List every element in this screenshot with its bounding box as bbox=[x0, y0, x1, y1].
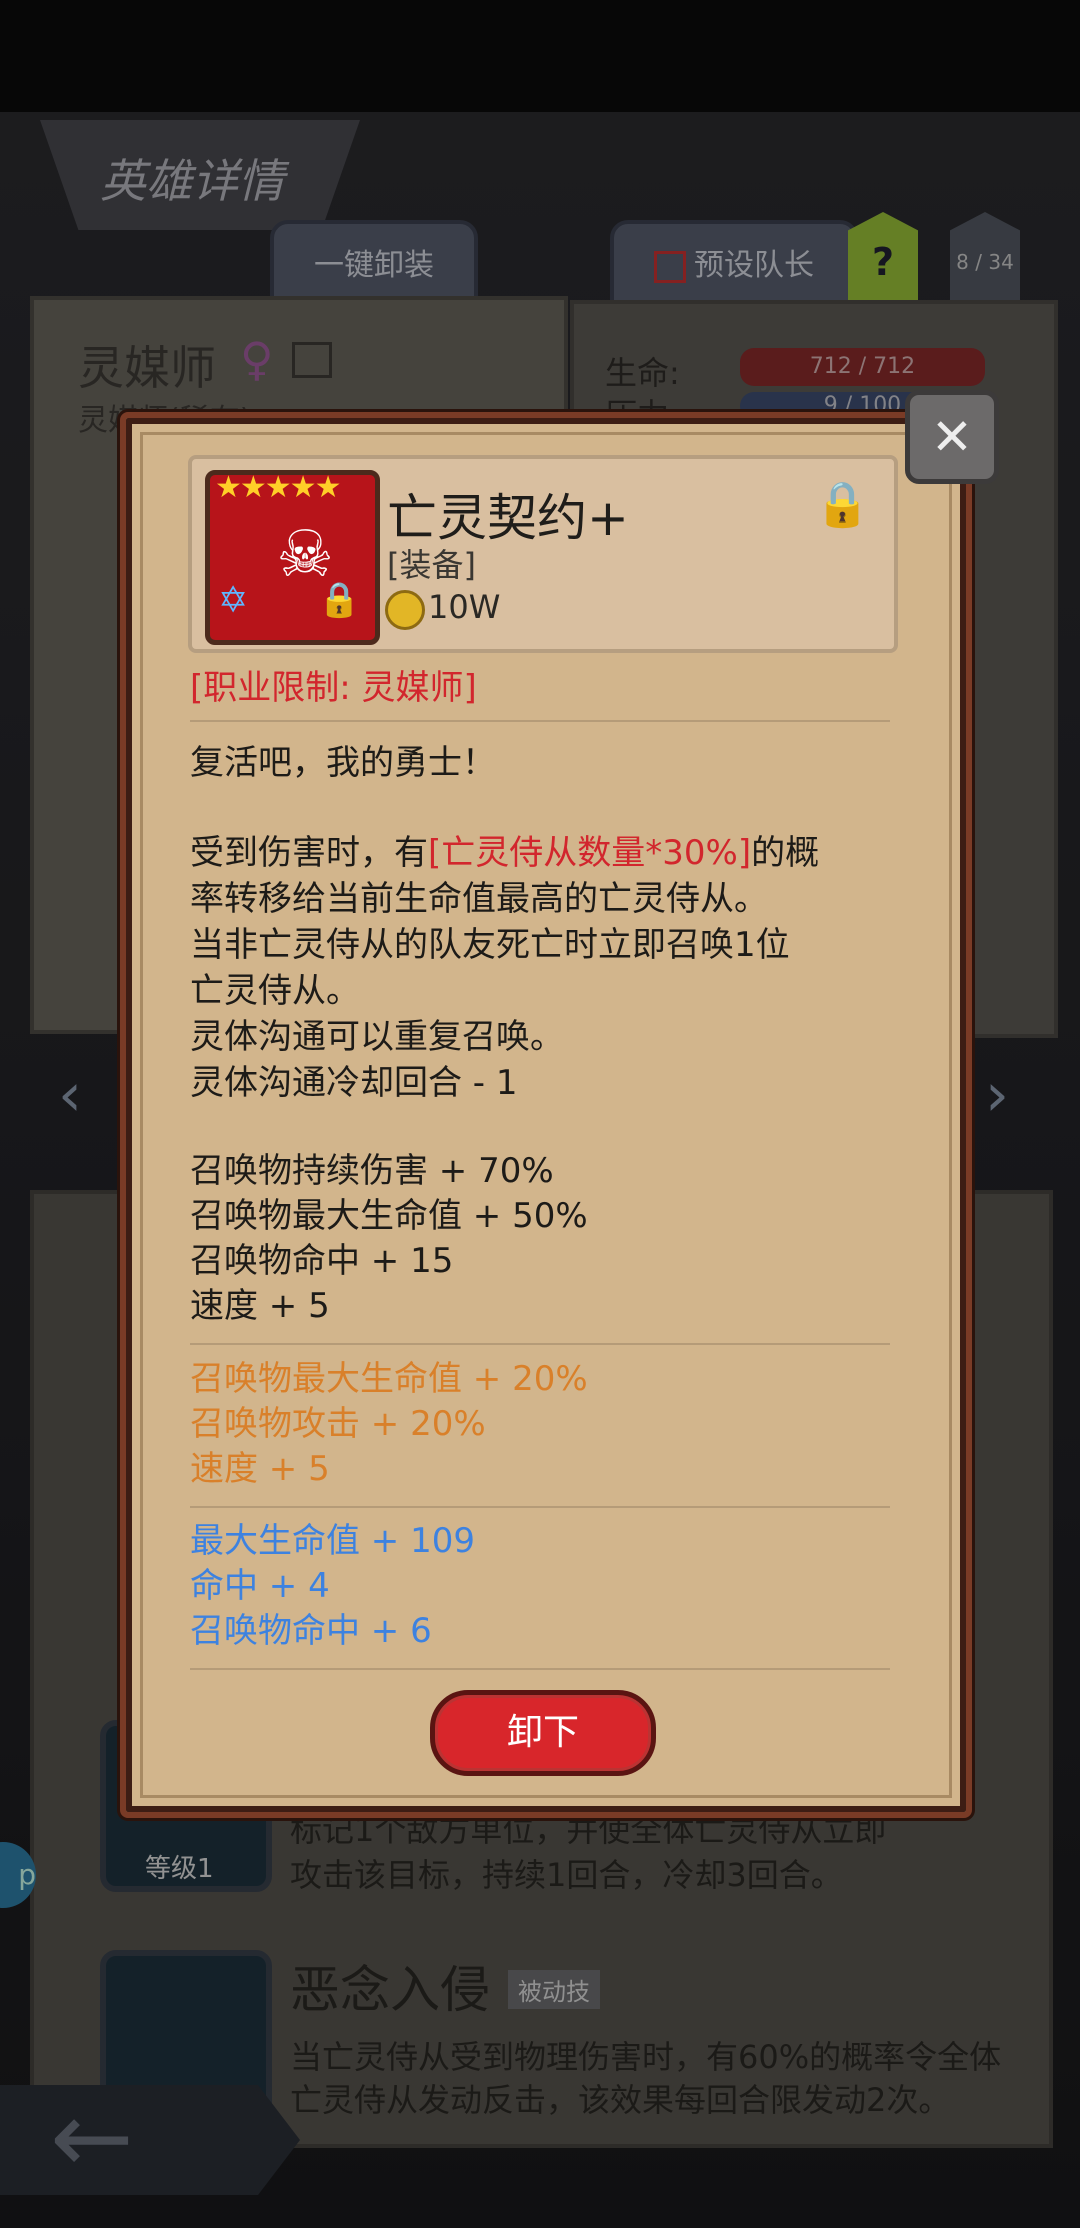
base-stat: 召唤物最大生命值 + 50% bbox=[190, 1196, 588, 1236]
effect-prefix: 受到伤害时，有 bbox=[190, 833, 428, 873]
divider bbox=[190, 1668, 890, 1670]
extra-stat: 召唤物命中 + 6 bbox=[190, 1611, 432, 1651]
item-lock-icon: 🔒 bbox=[318, 580, 361, 620]
bonus-stat: 召唤物最大生命值 + 20% bbox=[190, 1359, 588, 1399]
effect-line6: 灵体沟通冷却回合 - 1 bbox=[190, 1063, 518, 1103]
effect-highlight: [亡灵侍从数量*30%] bbox=[428, 833, 752, 873]
bonus-stat: 速度 + 5 bbox=[190, 1449, 330, 1489]
item-price: 10W bbox=[428, 588, 501, 626]
class-restriction: [职业限制: 灵媒师] bbox=[190, 668, 477, 708]
base-stat: 速度 + 5 bbox=[190, 1286, 330, 1326]
item-type: [装备] bbox=[387, 546, 476, 584]
divider bbox=[190, 1506, 890, 1508]
effect-line3: 当非亡灵侍从的队友死亡时立即召唤1位 bbox=[190, 925, 790, 965]
hexagram-icon: ✡ bbox=[218, 580, 249, 621]
bonus-stat: 召唤物攻击 + 20% bbox=[190, 1404, 486, 1444]
unequip-button[interactable]: 卸下 bbox=[430, 1690, 656, 1776]
effect-suffix: 的概 bbox=[751, 833, 820, 873]
effect-line5: 灵体沟通可以重复召唤。 bbox=[190, 1017, 564, 1057]
item-stars: ★★★★★ bbox=[215, 470, 341, 505]
lock-icon[interactable]: 🔒 bbox=[815, 478, 870, 530]
extra-stat: 命中 + 4 bbox=[190, 1566, 330, 1606]
divider bbox=[190, 720, 890, 722]
coin-icon bbox=[385, 590, 425, 630]
divider bbox=[190, 1343, 890, 1345]
extra-stat: 最大生命值 + 109 bbox=[190, 1521, 475, 1561]
base-stat: 召唤物命中 + 15 bbox=[190, 1241, 454, 1281]
effect-line4: 亡灵侍从。 bbox=[190, 971, 360, 1011]
item-flavor: 复活吧，我的勇士！ bbox=[190, 743, 496, 783]
close-icon[interactable]: ✕ bbox=[905, 390, 999, 484]
base-stat: 召唤物持续伤害 + 70% bbox=[190, 1151, 554, 1191]
effect-line1: 受到伤害时，有[亡灵侍从数量*30%]的概 bbox=[190, 830, 819, 876]
effect-line2: 率转移给当前生命值最高的亡灵侍从。 bbox=[190, 879, 768, 919]
